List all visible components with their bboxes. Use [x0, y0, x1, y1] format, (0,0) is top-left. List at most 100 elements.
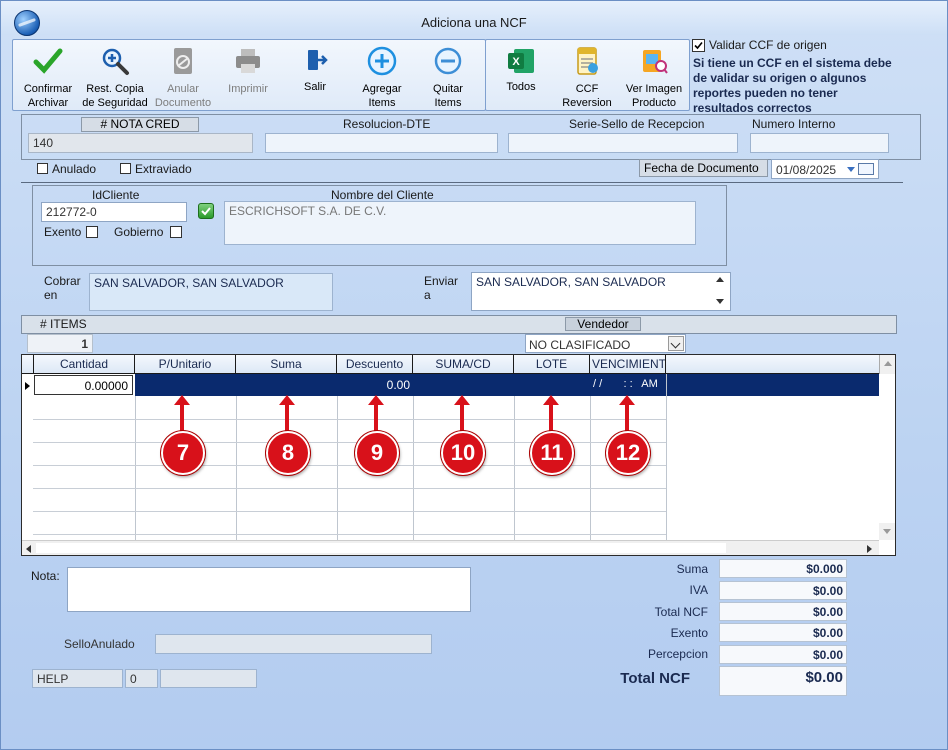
grand-total-label: Total NCF: [620, 670, 690, 687]
validate-ccf-checkbox[interactable]: [692, 39, 705, 52]
cell-descuento[interactable]: 0.00: [337, 374, 413, 396]
table-row-selected[interactable]: [135, 374, 879, 396]
total-ncf-value: $0.00: [719, 602, 847, 621]
calendar-icon[interactable]: [858, 163, 874, 175]
grid-vscroll-down-icon[interactable]: [879, 523, 895, 540]
serie-sello-field[interactable]: [508, 133, 738, 153]
vendedor-select[interactable]: NO CLASIFICADO: [525, 334, 686, 353]
numero-interno-field[interactable]: [750, 133, 889, 153]
marker-10: 10: [441, 431, 485, 475]
marker-8: 8: [266, 431, 310, 475]
marker-9: 9: [355, 431, 399, 475]
view-image-label-2: Producto: [631, 97, 677, 109]
resolucion-field[interactable]: [265, 133, 498, 153]
cell-cantidad[interactable]: 0.00000: [34, 375, 133, 395]
cancel-doc-label-1: Anular: [167, 83, 199, 95]
scroll-down-icon[interactable]: [716, 299, 724, 304]
percepcion-value: $0.00: [719, 645, 847, 664]
export-all-button[interactable]: X Todos: [494, 46, 548, 106]
sello-anulado-field[interactable]: [155, 634, 432, 654]
scroll-left-icon[interactable]: [26, 545, 31, 553]
exento-total-label: Exento: [670, 626, 708, 640]
ccf-document-icon: [577, 47, 598, 75]
confirm-archive-button[interactable]: Confirmar Archivar: [21, 46, 75, 109]
extraviado-checkbox[interactable]: [120, 163, 131, 174]
items-count-field: 1: [27, 334, 93, 353]
hscroll-thumb[interactable]: [36, 543, 726, 553]
cell-vencimiento[interactable]: / / : : AM: [590, 374, 666, 396]
document-cancel-icon: [174, 48, 192, 74]
nota-cred-field[interactable]: 140: [28, 133, 253, 153]
vendedor-dropdown-button[interactable]: [668, 336, 684, 351]
anulado-checkbox[interactable]: [37, 163, 48, 174]
col-header-suma[interactable]: Suma: [236, 355, 337, 374]
remove-items-button[interactable]: Quitar Items: [421, 46, 475, 109]
row-indicator-icon: [25, 382, 30, 390]
cobrar-label-2: en: [44, 288, 58, 302]
confirm-label-1: Confirmar: [23, 83, 73, 95]
toolbar-export: X Todos CCF Reversion Ver Imagen Producto: [485, 39, 690, 111]
col-header-punitario[interactable]: P/Unitario: [135, 355, 236, 374]
separator-line: [21, 182, 903, 183]
dropdown-arrow-icon[interactable]: [847, 167, 855, 172]
main-window: Adiciona una NCF Confirmar Archivar Rest.…: [0, 0, 948, 750]
validate-ccf-label: Validar CCF de origen: [709, 38, 827, 52]
check-mark-icon: [694, 41, 703, 50]
grid-header-filler: [666, 355, 879, 374]
nombre-cliente-label: Nombre del Cliente: [331, 188, 434, 202]
exit-button[interactable]: Salir: [288, 46, 342, 106]
iva-label: IVA: [689, 583, 708, 597]
enviar-a-field[interactable]: SAN SALVADOR, SAN SALVADOR: [471, 272, 731, 311]
scroll-up-icon[interactable]: [716, 277, 724, 282]
fecha-documento-field[interactable]: 01/08/2025: [771, 159, 879, 179]
print-label: Imprimir: [228, 83, 268, 95]
ccf-reversion-button[interactable]: CCF Reversion: [560, 46, 614, 109]
cancel-doc-label-2: Documento: [154, 97, 212, 109]
validated-ok-icon[interactable]: [198, 203, 214, 219]
col-header-cantidad[interactable]: Cantidad: [34, 355, 135, 374]
cobrar-en-field[interactable]: SAN SALVADOR, SAN SALVADOR: [89, 273, 333, 311]
col-header-vencimiento[interactable]: VENCIMIENTO: [590, 355, 666, 374]
grid-row-indicator-header: [22, 355, 34, 374]
resolucion-label: Resolucion-DTE: [343, 117, 431, 131]
title-bar: Adiciona una NCF: [1, 1, 947, 36]
nota-label: Nota:: [31, 569, 60, 583]
col-header-lote[interactable]: LOTE: [514, 355, 590, 374]
exit-label: Salir: [303, 81, 326, 93]
export-all-label: Todos: [506, 81, 536, 93]
exento-checkbox[interactable]: [86, 226, 98, 238]
plus-circle-icon: [367, 46, 397, 76]
scroll-right-icon[interactable]: [867, 545, 872, 553]
grid-hscrollbar[interactable]: [22, 540, 879, 555]
restore-backup-button[interactable]: Rest. Copia de Seguridad: [82, 46, 148, 109]
add-items-button[interactable]: Agregar Items: [355, 46, 409, 109]
view-product-image-button[interactable]: Ver Imagen Producto: [625, 46, 683, 109]
anulado-label: Anulado: [52, 162, 97, 176]
cancel-document-button[interactable]: Anular Documento: [154, 46, 212, 109]
suma-total-value: $0.000: [719, 559, 847, 578]
help-count-field: 0: [125, 669, 158, 688]
gobierno-checkbox[interactable]: [170, 226, 182, 238]
col-header-suma-cd[interactable]: SUMA/CD: [413, 355, 514, 374]
suma-total-label: Suma: [676, 562, 708, 576]
restore-label-2: de Seguridad: [82, 97, 148, 109]
ccf-label-1: CCF: [575, 83, 599, 95]
fecha-documento-label: Fecha de Documento: [639, 159, 768, 177]
enviar-label-1: Enviar: [424, 274, 459, 288]
iva-value: $0.00: [719, 581, 847, 600]
grid-vscroll-up-icon[interactable]: [879, 355, 895, 374]
image-search-icon: [643, 50, 668, 74]
numero-interno-label: Numero Interno: [752, 117, 836, 131]
exento-client-label: Exento: [44, 225, 82, 239]
view-image-label-1: Ver Imagen: [625, 83, 683, 95]
id-cliente-field[interactable]: 212772-0: [41, 202, 187, 222]
col-header-descuento[interactable]: Descuento: [337, 355, 413, 374]
nota-cred-header: # NOTA CRED: [81, 117, 199, 132]
nota-textarea[interactable]: [67, 567, 471, 612]
items-label: # ITEMS: [40, 317, 87, 331]
percepcion-label: Percepcion: [647, 647, 708, 661]
marker-11: 11: [530, 431, 574, 475]
nombre-cliente-field[interactable]: ESCRICHSOFT S.A. DE C.V.: [224, 201, 696, 245]
add-items-label-1: Agregar: [362, 83, 402, 95]
print-button[interactable]: Imprimir: [221, 46, 275, 106]
